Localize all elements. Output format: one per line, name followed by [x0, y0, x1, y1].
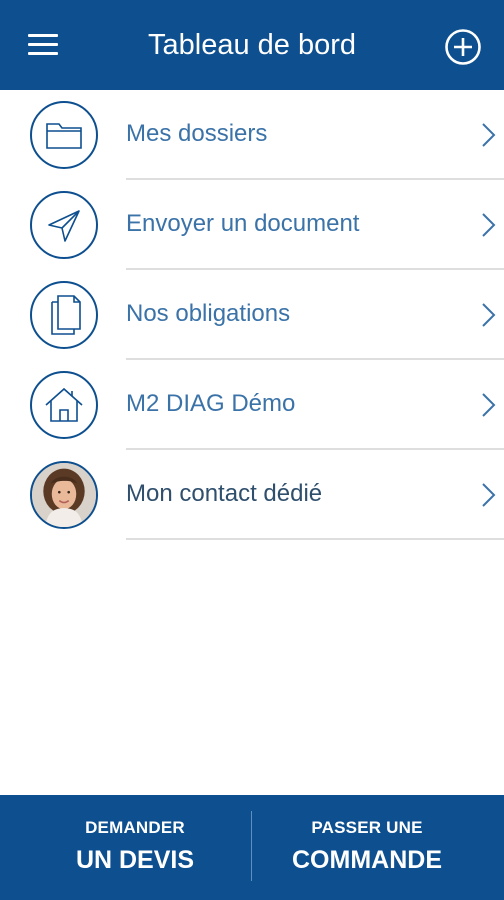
add-circle-icon[interactable] [444, 28, 482, 66]
request-quote-bottom-label: UN DEVIS [75, 846, 195, 874]
chevron-right-icon [482, 483, 496, 507]
menu-item-mon-contact[interactable]: Mon contact dédié [0, 450, 504, 540]
home-icon [30, 371, 98, 439]
menu-item-label: Mon contact dédié [126, 480, 323, 507]
menu-item-mes-dossiers[interactable]: Mes dossiers [0, 90, 504, 180]
place-order-bottom-label: COMMANDE [292, 846, 442, 874]
menu-item-label: M2 DIAG Démo [126, 390, 296, 417]
documents-icon [30, 281, 98, 349]
menu-item-m2-diag-demo[interactable]: M2 DIAG Démo [0, 360, 504, 450]
menu-item-label: Mes dossiers [126, 120, 268, 147]
request-quote-button[interactable]: DEMANDER UN DEVIS [10, 795, 260, 900]
page-title: Tableau de bord [148, 29, 356, 61]
place-order-top-label: PASSER UNE [311, 818, 423, 837]
top-app-bar: Tableau de bord [0, 0, 504, 90]
divider [126, 538, 504, 540]
chevron-right-icon [482, 303, 496, 327]
place-order-button[interactable]: PASSER UNE COMMANDE [242, 795, 492, 900]
chevron-right-icon [482, 393, 496, 417]
menu-item-label: Nos obligations [126, 300, 291, 327]
bottom-action-bar: DEMANDER UN DEVIS PASSER UNE COMMANDE [0, 795, 504, 900]
folder-icon [30, 101, 98, 169]
menu-item-label: Envoyer un document [126, 210, 360, 237]
chevron-right-icon [482, 123, 496, 147]
paper-plane-icon [30, 191, 98, 259]
chevron-right-icon [482, 213, 496, 237]
menu-item-nos-obligations[interactable]: Nos obligations [0, 270, 504, 360]
request-quote-top-label: DEMANDER [85, 818, 185, 837]
menu-item-envoyer-document[interactable]: Envoyer un document [0, 180, 504, 270]
contact-avatar [30, 461, 98, 529]
dashboard-menu-list: Mes dossiers Envoyer un document Nos obl… [0, 90, 504, 540]
